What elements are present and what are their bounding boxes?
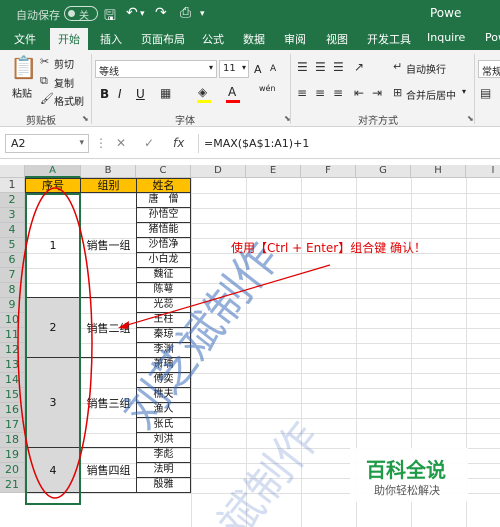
merge-center-button[interactable]: 合并后居中 xyxy=(406,87,456,102)
font-size-value: 11 xyxy=(223,63,236,74)
number-format-select[interactable]: 常规 xyxy=(478,60,500,78)
wrap-text-icon: ↵ xyxy=(393,60,403,73)
align-top-icon[interactable]: ☰ xyxy=(297,60,308,74)
tab-insert[interactable]: 插入 xyxy=(100,31,122,47)
tab-inquire[interactable]: Inquire xyxy=(427,31,465,44)
formula-input[interactable]: =MAX($A$1:A1)+1 xyxy=(198,134,500,153)
phonetic-button[interactable]: wén xyxy=(259,84,276,93)
font-size-select[interactable]: 11 ▾ xyxy=(219,60,249,78)
divider xyxy=(91,54,92,124)
bold-button[interactable]: B xyxy=(100,87,109,101)
divider xyxy=(290,54,291,124)
format-painter-icon[interactable]: 🖌 xyxy=(40,92,54,105)
fill-color-icon[interactable]: ◈ xyxy=(198,85,207,99)
more-icon: ⋮ xyxy=(95,136,107,150)
cut-button[interactable]: 剪切 xyxy=(54,56,74,71)
cancel-icon[interactable]: ✕ xyxy=(116,136,126,150)
tab-home[interactable]: 开始 xyxy=(50,28,88,50)
format-painter-button[interactable]: 格式刷 xyxy=(54,93,84,108)
tab-review[interactable]: 审阅 xyxy=(284,31,306,47)
tab-power[interactable]: Powe xyxy=(485,31,500,44)
paste-icon[interactable]: 📋 xyxy=(10,56,37,81)
customize-qat-icon[interactable]: ▾ xyxy=(200,9,205,19)
increase-indent-icon[interactable]: ⇥ xyxy=(372,86,382,100)
annotation-arrow-line xyxy=(123,264,331,327)
print-preview-icon[interactable]: ⎙ xyxy=(180,5,191,21)
align-center-icon[interactable]: ≡ xyxy=(315,86,325,100)
paste-label[interactable]: 粘贴 xyxy=(12,85,32,100)
font-name-value: 等线 xyxy=(99,67,119,78)
name-box-value: A2 xyxy=(11,137,26,150)
autosave-toggle[interactable]: 关 xyxy=(64,6,98,22)
shrink-font-button[interactable]: A xyxy=(270,64,276,74)
alignment-launcher-icon[interactable]: ⬊ xyxy=(467,114,474,123)
align-left-icon[interactable]: ≡ xyxy=(297,86,307,100)
tab-view[interactable]: 视图 xyxy=(326,31,348,47)
clipboard-group-label: 剪贴板 xyxy=(26,116,56,127)
autosave-state: 关 xyxy=(79,11,89,22)
toggle-knob xyxy=(68,10,75,17)
fill-color-swatch xyxy=(197,100,211,103)
copy-icon[interactable]: ⧉ xyxy=(40,74,48,88)
tab-file[interactable]: 文件 xyxy=(14,31,36,47)
ribbon-tabs: 文件 开始 插入 页面布局 公式 数据 审阅 视图 开发工具 Inquire P… xyxy=(0,28,500,50)
chevron-down-icon[interactable]: ▾ xyxy=(462,87,466,96)
merge-center-icon: ⊞ xyxy=(393,86,403,99)
undo-dropdown-icon[interactable]: ▾ xyxy=(140,9,145,19)
copy-button[interactable]: 复制 xyxy=(54,75,74,90)
annotation-arrowhead xyxy=(118,321,129,329)
font-color-swatch xyxy=(226,100,240,103)
chevron-down-icon: ▾ xyxy=(241,63,246,72)
currency-icon[interactable]: ▤ xyxy=(480,86,491,100)
autosave-label: 自动保存 xyxy=(16,9,60,22)
save-icon[interactable]: 🖫 xyxy=(104,5,116,29)
worksheet-grid[interactable]: A B C D E F G H I 1 2 3 4 5 6 7 8 9 10 1… xyxy=(0,165,500,527)
align-right-icon[interactable]: ≡ xyxy=(333,86,343,100)
divider xyxy=(474,54,475,124)
ribbon: 📋 粘贴 ✂ 剪切 ⧉ 复制 🖌 格式刷 剪贴板 ⬊ 等线 ▾ 11 ▾ A A B… xyxy=(0,50,500,127)
align-middle-icon[interactable]: ☰ xyxy=(315,60,326,74)
annotation-text: 使用【Ctrl + Enter】组合键 确认！ xyxy=(231,241,427,255)
clipboard-launcher-icon[interactable]: ⬊ xyxy=(82,114,89,123)
redo-icon[interactable]: ↷ xyxy=(155,5,167,21)
cut-icon[interactable]: ✂ xyxy=(40,55,49,68)
italic-button[interactable]: I xyxy=(118,87,122,101)
formula-bar: A2 ▾ ⋮ ✕ ✓ fx =MAX($A$1:A1)+1 xyxy=(0,127,500,159)
badge-subtitle: 助你轻松解决 xyxy=(374,484,440,497)
underline-button[interactable]: U xyxy=(136,87,145,101)
tab-page-layout[interactable]: 页面布局 xyxy=(141,31,185,47)
undo-icon[interactable]: ↶ xyxy=(126,5,138,21)
window-title: Powe xyxy=(430,6,462,20)
enter-icon[interactable]: ✓ xyxy=(144,136,154,150)
number-format-value: 常规 xyxy=(482,67,500,78)
alignment-group-label: 对齐方式 xyxy=(358,116,398,127)
decrease-indent-icon[interactable]: ⇤ xyxy=(354,86,364,100)
borders-icon[interactable]: ▦ xyxy=(160,86,171,100)
tab-data[interactable]: 数据 xyxy=(243,31,265,47)
name-box[interactable]: A2 ▾ xyxy=(5,134,89,153)
highlight-ellipse xyxy=(17,187,93,499)
watermark-badge: 百科全说 助你轻松解决 xyxy=(350,448,468,502)
font-group-label: 字体 xyxy=(175,116,195,127)
insert-function-icon[interactable]: fx xyxy=(173,136,184,150)
title-bar: 自动保存 关 🖫 ↶ ▾ ↷ ⎙ ▾ Powe xyxy=(0,0,500,28)
orientation-icon[interactable]: ↗ xyxy=(354,60,364,74)
wrap-text-button[interactable]: 自动换行 xyxy=(406,61,446,76)
font-color-button[interactable]: A xyxy=(228,85,236,99)
chevron-down-icon: ▾ xyxy=(208,63,213,72)
font-name-select[interactable]: 等线 ▾ xyxy=(95,60,217,78)
tab-formulas[interactable]: 公式 xyxy=(202,31,224,47)
chevron-down-icon: ▾ xyxy=(79,138,84,148)
grow-font-button[interactable]: A xyxy=(254,63,262,76)
tab-developer[interactable]: 开发工具 xyxy=(367,31,411,47)
badge-title: 百科全说 xyxy=(366,458,446,482)
align-bottom-icon[interactable]: ☰ xyxy=(333,60,344,74)
